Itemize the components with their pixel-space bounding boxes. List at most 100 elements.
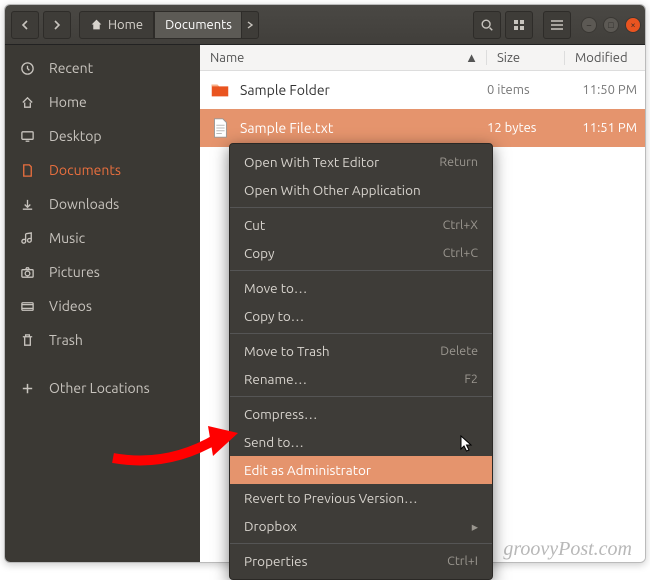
document-icon <box>19 163 35 178</box>
path-overflow-button[interactable] <box>241 11 259 39</box>
sidebar-item-label: Home <box>49 94 87 110</box>
sidebar-item-label: Downloads <box>49 196 119 212</box>
file-modified: 11:50 PM <box>565 83 645 97</box>
folder-icon <box>200 79 240 101</box>
context-menu-label: Open With Text Editor <box>244 154 379 170</box>
watermark: groovyPost.com <box>503 538 632 561</box>
sidebar-item-videos[interactable]: Videos <box>5 289 200 323</box>
table-row[interactable]: Sample File.txt 12 bytes 11:51 PM <box>200 109 645 147</box>
minimize-button[interactable]: – <box>581 17 597 33</box>
maximize-button[interactable]: □ <box>603 17 619 33</box>
file-size: 0 items <box>487 83 565 97</box>
context-menu-label: Edit as Administrator <box>244 462 371 478</box>
context-menu-shortcut: Return <box>439 155 478 169</box>
grid-icon <box>513 19 525 31</box>
context-menu-item[interactable]: PropertiesCtrl+I <box>230 547 492 575</box>
plus-icon <box>19 381 35 396</box>
home-icon <box>19 95 35 110</box>
file-size: 12 bytes <box>487 121 565 135</box>
context-menu-shortcut: Ctrl+I <box>447 554 478 568</box>
sidebar-item-label: Trash <box>49 332 83 348</box>
context-menu-label: Copy <box>244 245 275 261</box>
context-menu-item[interactable]: Copy to… <box>230 302 492 330</box>
context-menu-item[interactable]: Copy Ctrl+C <box>230 239 492 267</box>
table-row[interactable]: Sample Folder 0 items 11:50 PM <box>200 71 645 109</box>
sidebar-item-desktop[interactable]: Desktop <box>5 119 200 153</box>
context-menu-shortcut: F2 <box>464 372 478 386</box>
context-menu-label: Dropbox <box>244 518 297 534</box>
column-headers: Name▲ Size Modified <box>200 45 645 71</box>
context-menu-label: Revert to Previous Version… <box>244 490 418 506</box>
context-menu-label: Compress… <box>244 406 317 422</box>
sidebar: Recent Home Desktop Documents Downloads … <box>5 45 200 562</box>
search-icon <box>480 18 494 32</box>
file-modified: 11:51 PM <box>565 121 645 135</box>
context-menu-shortcut: Ctrl+C <box>443 246 478 260</box>
context-menu-label: Move to… <box>244 280 307 296</box>
context-menu-item[interactable]: Rename…F2 <box>230 365 492 393</box>
context-menu-item[interactable]: Open With Other Application <box>230 176 492 204</box>
context-menu-label: Copy to… <box>244 308 304 324</box>
context-menu-separator <box>230 207 492 208</box>
sort-asc-icon: ▲ <box>465 50 478 65</box>
context-menu-item[interactable]: Dropbox ▸ <box>230 512 492 540</box>
path-home[interactable]: Home <box>79 11 154 39</box>
sidebar-item-label: Music <box>49 230 85 246</box>
column-header-size[interactable]: Size <box>487 51 565 65</box>
path-current[interactable]: Documents <box>154 11 243 39</box>
search-button[interactable] <box>473 11 501 39</box>
sidebar-item-trash[interactable]: Trash <box>5 323 200 357</box>
video-icon <box>19 299 35 314</box>
download-icon <box>19 197 35 212</box>
context-menu-item[interactable]: Move to Trash Delete <box>230 337 492 365</box>
sidebar-item-label: Other Locations <box>49 380 150 396</box>
context-menu-item[interactable]: Cut Ctrl+X <box>230 211 492 239</box>
back-button[interactable] <box>11 11 39 39</box>
column-header-name[interactable]: Name▲ <box>200 50 487 65</box>
context-menu-item[interactable]: Send to… <box>230 428 492 456</box>
hamburger-menu-button[interactable] <box>543 11 571 39</box>
sidebar-item-label: Desktop <box>49 128 102 144</box>
path-home-label: Home <box>108 18 143 32</box>
trash-icon <box>19 333 35 348</box>
context-menu-separator <box>230 396 492 397</box>
view-grid-button[interactable] <box>505 11 533 39</box>
context-menu-label: Open With Other Application <box>244 182 421 198</box>
sidebar-item-home[interactable]: Home <box>5 85 200 119</box>
toolbar: Home Documents – □ × <box>5 5 645 45</box>
context-menu-item[interactable]: Revert to Previous Version… <box>230 484 492 512</box>
path-current-label: Documents <box>165 18 232 32</box>
close-button[interactable]: × <box>625 17 641 33</box>
text-file-icon <box>200 117 240 139</box>
context-menu-label: Send to… <box>244 434 304 450</box>
sidebar-item-other-locations[interactable]: Other Locations <box>5 371 200 405</box>
context-menu-item[interactable]: Open With Text Editor Return <box>230 148 492 176</box>
hamburger-icon <box>550 19 564 31</box>
sidebar-item-label: Documents <box>49 162 121 178</box>
annotation-arrow <box>108 418 248 478</box>
column-header-modified[interactable]: Modified <box>565 51 645 65</box>
context-menu-separator <box>230 543 492 544</box>
context-menu-separator <box>230 270 492 271</box>
submenu-arrow-icon: ▸ <box>472 519 478 534</box>
desktop-icon <box>19 129 35 144</box>
context-menu-item[interactable]: Edit as Administrator <box>230 456 492 484</box>
sidebar-item-documents[interactable]: Documents <box>5 153 200 187</box>
context-menu-shortcut: Ctrl+X <box>443 218 478 232</box>
sidebar-item-downloads[interactable]: Downloads <box>5 187 200 221</box>
context-menu-separator <box>230 333 492 334</box>
forward-button[interactable] <box>43 11 71 39</box>
sidebar-item-pictures[interactable]: Pictures <box>5 255 200 289</box>
sidebar-item-recent[interactable]: Recent <box>5 51 200 85</box>
context-menu-label: Cut <box>244 217 265 233</box>
context-menu-item[interactable]: Compress… <box>230 400 492 428</box>
context-menu-shortcut: Delete <box>440 344 478 358</box>
context-menu-item[interactable]: Move to… <box>230 274 492 302</box>
sidebar-item-music[interactable]: Music <box>5 221 200 255</box>
sidebar-item-label: Recent <box>49 60 93 76</box>
context-menu-label: Move to Trash <box>244 343 330 359</box>
sidebar-item-label: Pictures <box>49 264 100 280</box>
music-icon <box>19 231 35 246</box>
context-menu: Open With Text Editor Return Open With Oth… <box>229 143 493 580</box>
sidebar-item-label: Videos <box>49 298 92 314</box>
